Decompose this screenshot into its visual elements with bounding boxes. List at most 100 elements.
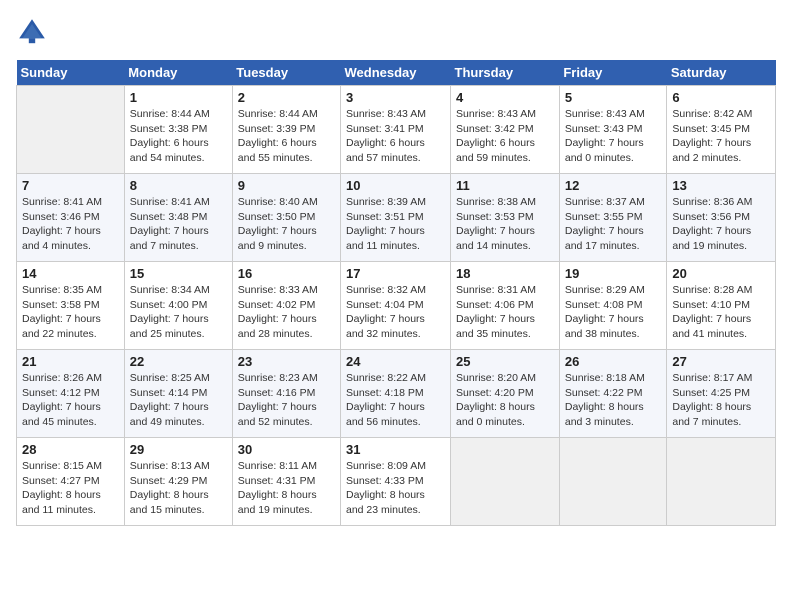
day-number: 30 xyxy=(238,442,335,457)
calendar-week-row: 28Sunrise: 8:15 AM Sunset: 4:27 PM Dayli… xyxy=(17,438,776,526)
day-number: 14 xyxy=(22,266,119,281)
day-info: Sunrise: 8:43 AM Sunset: 3:42 PM Dayligh… xyxy=(456,107,554,166)
day-info: Sunrise: 8:23 AM Sunset: 4:16 PM Dayligh… xyxy=(238,371,335,430)
day-info: Sunrise: 8:29 AM Sunset: 4:08 PM Dayligh… xyxy=(565,283,662,342)
day-number: 22 xyxy=(130,354,227,369)
calendar-header-row: SundayMondayTuesdayWednesdayThursdayFrid… xyxy=(17,60,776,86)
calendar-cell: 26 Sunrise: 8:18 AM Sunset: 4:22 PM Dayli… xyxy=(559,350,667,438)
day-number: 21 xyxy=(22,354,119,369)
calendar-cell: 15 Sunrise: 8:34 AM Sunset: 4:00 PM Dayli… xyxy=(124,262,232,350)
calendar-cell: 16 Sunrise: 8:33 AM Sunset: 4:02 PM Dayli… xyxy=(232,262,340,350)
day-info: Sunrise: 8:44 AM Sunset: 3:39 PM Dayligh… xyxy=(238,107,335,166)
day-info: Sunrise: 8:18 AM Sunset: 4:22 PM Dayligh… xyxy=(565,371,662,430)
day-number: 13 xyxy=(672,178,770,193)
calendar-week-row: 14 Sunrise: 8:35 AM Sunset: 3:58 PM Dayli… xyxy=(17,262,776,350)
calendar-cell: 7Sunrise: 8:41 AM Sunset: 3:46 PM Daylig… xyxy=(17,174,125,262)
calendar-cell: 22 Sunrise: 8:25 AM Sunset: 4:14 PM Dayli… xyxy=(124,350,232,438)
calendar-cell: 24 Sunrise: 8:22 AM Sunset: 4:18 PM Dayli… xyxy=(341,350,451,438)
calendar-cell xyxy=(17,86,125,174)
day-number: 25 xyxy=(456,354,554,369)
day-number: 6 xyxy=(672,90,770,105)
day-number: 23 xyxy=(238,354,335,369)
calendar-cell: 27 Sunrise: 8:17 AM Sunset: 4:25 PM Dayli… xyxy=(667,350,776,438)
day-number: 3 xyxy=(346,90,445,105)
header-monday: Monday xyxy=(124,60,232,86)
day-number: 5 xyxy=(565,90,662,105)
header-sunday: Sunday xyxy=(17,60,125,86)
calendar-cell: 23 Sunrise: 8:23 AM Sunset: 4:16 PM Dayli… xyxy=(232,350,340,438)
calendar-cell: 14 Sunrise: 8:35 AM Sunset: 3:58 PM Dayli… xyxy=(17,262,125,350)
day-number: 27 xyxy=(672,354,770,369)
day-info: Sunrise: 8:43 AM Sunset: 3:43 PM Dayligh… xyxy=(565,107,662,166)
day-info: Sunrise: 8:17 AM Sunset: 4:25 PM Dayligh… xyxy=(672,371,770,430)
day-number: 1 xyxy=(130,90,227,105)
calendar-cell: 18 Sunrise: 8:31 AM Sunset: 4:06 PM Dayli… xyxy=(451,262,560,350)
header-thursday: Thursday xyxy=(451,60,560,86)
day-info: Sunrise: 8:41 AM Sunset: 3:48 PM Dayligh… xyxy=(130,195,227,254)
header-wednesday: Wednesday xyxy=(341,60,451,86)
day-info: Sunrise: 8:35 AM Sunset: 3:58 PM Dayligh… xyxy=(22,283,119,342)
header-tuesday: Tuesday xyxy=(232,60,340,86)
calendar-cell xyxy=(667,438,776,526)
day-number: 2 xyxy=(238,90,335,105)
calendar-cell: 10 Sunrise: 8:39 AM Sunset: 3:51 PM Dayli… xyxy=(341,174,451,262)
logo-icon xyxy=(16,16,48,48)
day-info: Sunrise: 8:42 AM Sunset: 3:45 PM Dayligh… xyxy=(672,107,770,166)
day-info: Sunrise: 8:36 AM Sunset: 3:56 PM Dayligh… xyxy=(672,195,770,254)
calendar-cell: 2 Sunrise: 8:44 AM Sunset: 3:39 PM Daylig… xyxy=(232,86,340,174)
day-info: Sunrise: 8:26 AM Sunset: 4:12 PM Dayligh… xyxy=(22,371,119,430)
page-header xyxy=(16,16,776,48)
day-info: Sunrise: 8:09 AM Sunset: 4:33 PM Dayligh… xyxy=(346,459,445,518)
day-info: Sunrise: 8:40 AM Sunset: 3:50 PM Dayligh… xyxy=(238,195,335,254)
calendar-cell: 1 Sunrise: 8:44 AM Sunset: 3:38 PM Daylig… xyxy=(124,86,232,174)
calendar-week-row: 21 Sunrise: 8:26 AM Sunset: 4:12 PM Dayli… xyxy=(17,350,776,438)
day-info: Sunrise: 8:25 AM Sunset: 4:14 PM Dayligh… xyxy=(130,371,227,430)
calendar-cell xyxy=(451,438,560,526)
calendar-week-row: 1 Sunrise: 8:44 AM Sunset: 3:38 PM Daylig… xyxy=(17,86,776,174)
day-number: 9 xyxy=(238,178,335,193)
day-info: Sunrise: 8:33 AM Sunset: 4:02 PM Dayligh… xyxy=(238,283,335,342)
day-number: 11 xyxy=(456,178,554,193)
day-info: Sunrise: 8:13 AM Sunset: 4:29 PM Dayligh… xyxy=(130,459,227,518)
day-number: 29 xyxy=(130,442,227,457)
day-info: Sunrise: 8:41 AM Sunset: 3:46 PM Dayligh… xyxy=(22,195,119,254)
day-number: 15 xyxy=(130,266,227,281)
day-info: Sunrise: 8:39 AM Sunset: 3:51 PM Dayligh… xyxy=(346,195,445,254)
calendar-cell: 25Sunrise: 8:20 AM Sunset: 4:20 PM Dayli… xyxy=(451,350,560,438)
day-info: Sunrise: 8:34 AM Sunset: 4:00 PM Dayligh… xyxy=(130,283,227,342)
day-number: 4 xyxy=(456,90,554,105)
calendar-cell: 30 Sunrise: 8:11 AM Sunset: 4:31 PM Dayli… xyxy=(232,438,340,526)
day-info: Sunrise: 8:31 AM Sunset: 4:06 PM Dayligh… xyxy=(456,283,554,342)
day-number: 12 xyxy=(565,178,662,193)
calendar-cell: 6 Sunrise: 8:42 AM Sunset: 3:45 PM Daylig… xyxy=(667,86,776,174)
calendar-cell: 8Sunrise: 8:41 AM Sunset: 3:48 PM Daylig… xyxy=(124,174,232,262)
day-number: 19 xyxy=(565,266,662,281)
calendar-cell: 29 Sunrise: 8:13 AM Sunset: 4:29 PM Dayli… xyxy=(124,438,232,526)
calendar-cell: 21 Sunrise: 8:26 AM Sunset: 4:12 PM Dayli… xyxy=(17,350,125,438)
day-number: 18 xyxy=(456,266,554,281)
day-info: Sunrise: 8:28 AM Sunset: 4:10 PM Dayligh… xyxy=(672,283,770,342)
calendar-cell: 11Sunrise: 8:38 AM Sunset: 3:53 PM Dayli… xyxy=(451,174,560,262)
calendar-cell: 20 Sunrise: 8:28 AM Sunset: 4:10 PM Dayli… xyxy=(667,262,776,350)
calendar-cell: 31Sunrise: 8:09 AM Sunset: 4:33 PM Dayli… xyxy=(341,438,451,526)
calendar-cell: 13 Sunrise: 8:36 AM Sunset: 3:56 PM Dayli… xyxy=(667,174,776,262)
day-info: Sunrise: 8:43 AM Sunset: 3:41 PM Dayligh… xyxy=(346,107,445,166)
day-number: 16 xyxy=(238,266,335,281)
calendar-cell: 3 Sunrise: 8:43 AM Sunset: 3:41 PM Daylig… xyxy=(341,86,451,174)
calendar-cell: 12Sunrise: 8:37 AM Sunset: 3:55 PM Dayli… xyxy=(559,174,667,262)
calendar-cell: 9 Sunrise: 8:40 AM Sunset: 3:50 PM Daylig… xyxy=(232,174,340,262)
calendar-cell: 17 Sunrise: 8:32 AM Sunset: 4:04 PM Dayli… xyxy=(341,262,451,350)
day-number: 20 xyxy=(672,266,770,281)
calendar-cell xyxy=(559,438,667,526)
calendar-cell: 4 Sunrise: 8:43 AM Sunset: 3:42 PM Daylig… xyxy=(451,86,560,174)
day-info: Sunrise: 8:32 AM Sunset: 4:04 PM Dayligh… xyxy=(346,283,445,342)
day-info: Sunrise: 8:22 AM Sunset: 4:18 PM Dayligh… xyxy=(346,371,445,430)
day-number: 26 xyxy=(565,354,662,369)
day-info: Sunrise: 8:11 AM Sunset: 4:31 PM Dayligh… xyxy=(238,459,335,518)
day-number: 17 xyxy=(346,266,445,281)
day-info: Sunrise: 8:15 AM Sunset: 4:27 PM Dayligh… xyxy=(22,459,119,518)
day-info: Sunrise: 8:44 AM Sunset: 3:38 PM Dayligh… xyxy=(130,107,227,166)
calendar-table: SundayMondayTuesdayWednesdayThursdayFrid… xyxy=(16,60,776,526)
day-number: 10 xyxy=(346,178,445,193)
day-number: 24 xyxy=(346,354,445,369)
